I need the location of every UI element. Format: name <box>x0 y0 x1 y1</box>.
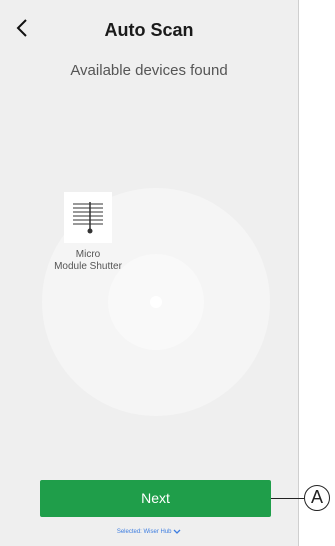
shutter-icon <box>73 202 103 234</box>
callout-marker: A <box>304 485 330 511</box>
scan-status-text: Available devices found <box>70 62 228 79</box>
device-label: Micro Module Shutter <box>46 249 130 273</box>
page-title: Auto Scan <box>104 20 194 40</box>
app-screen: Auto Scan Available devices found Micro … <box>0 0 299 546</box>
header: Auto Scan <box>0 0 298 62</box>
device-label-line2: Module Shutter <box>54 261 122 272</box>
next-button[interactable]: Next <box>40 480 271 517</box>
chevron-down-icon <box>173 529 181 534</box>
device-icon-tile <box>64 192 112 243</box>
radar-center-dot <box>150 296 162 308</box>
device-label-line1: Micro <box>75 249 101 260</box>
device-micro-module-shutter[interactable]: Micro Module Shutter <box>46 192 130 273</box>
hub-selector[interactable]: Selected: Wiser Hub <box>0 529 298 535</box>
callout-line <box>271 498 304 499</box>
hub-selector-label: Selected: Wiser Hub <box>116 529 172 536</box>
